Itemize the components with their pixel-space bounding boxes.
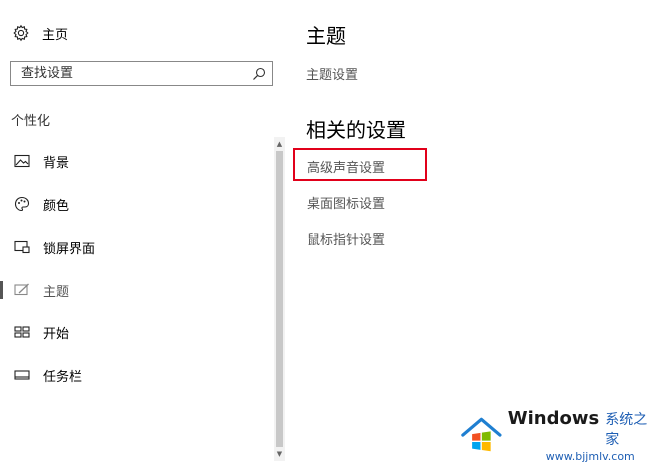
advanced-sound-settings-link[interactable]: 高级声音设置 xyxy=(307,157,385,176)
sidebar-item-label: 颜色 xyxy=(43,198,70,214)
sidebar-item-color[interactable]: 颜色 xyxy=(0,189,272,219)
home-link[interactable]: 主页 xyxy=(12,22,68,44)
windows-house-logo-icon xyxy=(461,417,502,451)
palette-icon xyxy=(14,196,30,212)
start-icon xyxy=(14,324,30,340)
gear-icon xyxy=(13,24,29,42)
lock-screen-icon xyxy=(14,239,30,255)
watermark: Windows 系统之家 www.bjjmlv.com xyxy=(461,408,650,463)
theme-settings-link[interactable]: 主题设置 xyxy=(306,64,358,83)
watermark-brand-cn: 系统之家 xyxy=(605,412,648,448)
taskbar-icon xyxy=(14,367,30,383)
home-label: 主页 xyxy=(42,27,69,43)
mouse-pointer-settings-link[interactable]: 鼠标指针设置 xyxy=(307,229,385,248)
scroll-down-arrow-icon[interactable]: ▼ xyxy=(274,448,285,460)
search-box[interactable] xyxy=(10,61,273,86)
sidebar-item-start[interactable]: 开始 xyxy=(0,317,272,347)
watermark-brand: Windows xyxy=(507,408,600,429)
search-icon[interactable] xyxy=(252,67,266,81)
related-settings-heading: 相关的设置 xyxy=(306,118,406,142)
search-input[interactable] xyxy=(11,62,252,85)
sidebar-item-label: 背景 xyxy=(43,155,70,171)
image-icon xyxy=(14,153,30,169)
section-label: 个性化 xyxy=(11,114,51,129)
sidebar-item-taskbar[interactable]: 任务栏 xyxy=(0,360,272,390)
sidebar-scrollbar[interactable]: ▲ ▼ xyxy=(274,137,285,461)
sidebar-item-background[interactable]: 背景 xyxy=(0,146,272,176)
scroll-up-arrow-icon[interactable]: ▲ xyxy=(274,138,285,150)
sidebar-item-label: 开始 xyxy=(43,326,70,342)
sidebar-item-lock-screen[interactable]: 锁屏界面 xyxy=(0,232,272,262)
sidebar-item-label: 锁屏界面 xyxy=(43,241,96,257)
theme-icon xyxy=(14,282,30,298)
watermark-url: www.bjjmlv.com xyxy=(545,450,635,463)
desktop-icon-settings-link[interactable]: 桌面图标设置 xyxy=(307,193,385,212)
sidebar-item-label: 任务栏 xyxy=(43,369,83,385)
scrollbar-thumb[interactable] xyxy=(276,151,283,447)
page-title: 主题 xyxy=(306,24,346,48)
sidebar-item-theme[interactable]: 主题 xyxy=(0,275,272,305)
sidebar-item-label: 主题 xyxy=(43,284,70,300)
selection-indicator xyxy=(0,281,3,299)
